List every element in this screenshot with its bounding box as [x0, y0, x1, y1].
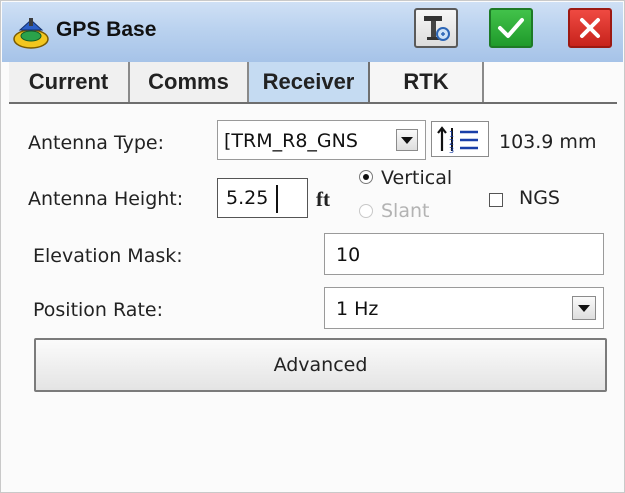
- antenna-type-select[interactable]: [TRM_R8_GNS: [217, 120, 426, 160]
- tab-receiver[interactable]: Receiver: [249, 62, 370, 102]
- tab-label: Current: [28, 69, 109, 94]
- title-bar: GPS Base: [2, 2, 623, 62]
- tab-current[interactable]: Current: [9, 62, 130, 102]
- position-rate-dropdown-arrow[interactable]: [572, 296, 596, 320]
- antenna-height-label: Antenna Height:: [28, 188, 184, 210]
- position-rate-value: 1 Hz: [336, 298, 379, 320]
- tab-label: RTK: [403, 69, 449, 94]
- tab-divider: [9, 102, 617, 104]
- antenna-height-value: 5.25: [226, 187, 269, 209]
- tab-rtk[interactable]: RTK: [370, 62, 484, 102]
- antenna-measure-button[interactable]: 1 2 3: [431, 121, 489, 157]
- chevron-down-icon: [578, 304, 590, 312]
- checkmark-icon: [498, 18, 524, 38]
- position-rate-select[interactable]: 1 Hz: [324, 287, 604, 329]
- vertical-radio[interactable]: [359, 170, 373, 184]
- slant-radio-label[interactable]: Slant: [381, 200, 429, 222]
- text-cursor: [276, 185, 278, 213]
- antenna-type-value: [TRM_R8_GNS: [224, 130, 358, 152]
- tab-label: Receiver: [262, 69, 355, 94]
- antenna-offset-value: 103.9 mm: [499, 131, 597, 153]
- position-rate-label: Position Rate:: [33, 299, 163, 321]
- chevron-down-icon: [401, 136, 413, 144]
- window-title: GPS Base: [56, 18, 157, 41]
- antenna-tools-icon: [424, 16, 450, 41]
- ngs-checkbox[interactable]: [489, 193, 503, 207]
- vertical-radio-label[interactable]: Vertical: [381, 167, 452, 189]
- ngs-checkbox-label[interactable]: NGS: [519, 187, 560, 209]
- accept-button[interactable]: [489, 8, 533, 48]
- tab-comms[interactable]: Comms: [130, 62, 249, 102]
- cancel-button[interactable]: [568, 8, 612, 48]
- close-icon: [580, 18, 600, 38]
- antenna-height-input[interactable]: 5.25: [217, 178, 308, 218]
- elevation-mask-input[interactable]: 10: [324, 233, 604, 275]
- dialog-window: GPS Base Current Comms Receiver RTK Ante: [0, 0, 625, 493]
- antenna-type-label: Antenna Type:: [28, 132, 164, 154]
- slant-radio[interactable]: [359, 204, 373, 218]
- antenna-type-dropdown-arrow[interactable]: [396, 129, 418, 151]
- elevation-mask-value: 10: [336, 244, 361, 266]
- measurement-list-icon: 1 2 3: [437, 126, 478, 154]
- gps-satellite-icon: [13, 18, 49, 49]
- antenna-tools-button[interactable]: [414, 8, 458, 48]
- elevation-mask-label: Elevation Mask:: [33, 245, 183, 267]
- antenna-height-unit: ft: [316, 187, 330, 211]
- advanced-button-label: Advanced: [273, 354, 368, 376]
- svg-text:3: 3: [449, 146, 454, 154]
- tab-label: Comms: [148, 69, 229, 94]
- advanced-button[interactable]: Advanced: [34, 338, 607, 392]
